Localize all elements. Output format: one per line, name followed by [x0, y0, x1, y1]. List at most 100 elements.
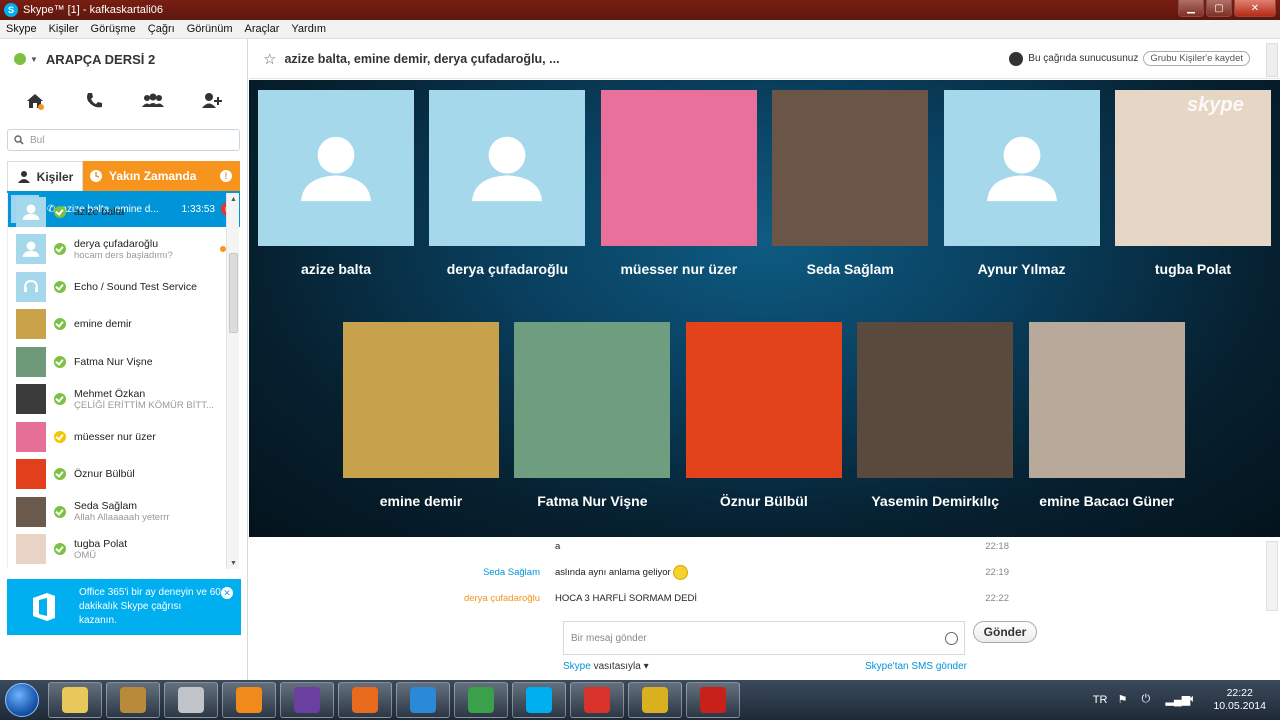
sms-link[interactable]: Skype'tan SMS gönder	[865, 661, 967, 672]
contact-avatar	[16, 534, 46, 565]
default-avatar-icon	[986, 136, 1057, 202]
power-icon[interactable]: ⏻	[1141, 693, 1155, 707]
contact-avatar	[16, 421, 46, 452]
taskbar-ccleaner[interactable]	[570, 682, 624, 718]
contact-avatar	[16, 346, 46, 377]
send-via[interactable]: Skype vasıtasıyla ▾	[563, 661, 649, 672]
send-button[interactable]: Gönder	[973, 621, 1037, 643]
contact-item[interactable]: derya çufadaroğlu hocam ders başladımı?	[8, 231, 240, 269]
participant-name: Öznur Bülbül	[719, 493, 808, 509]
taskbar-explorer[interactable]	[48, 682, 102, 718]
close-icon[interactable]: ✕	[221, 587, 233, 599]
message-input[interactable]: Bir mesaj gönder	[563, 621, 965, 655]
contact-list-scrollbar[interactable]: ▲ ▼	[226, 193, 239, 569]
taskbar-visual-studio[interactable]	[280, 682, 334, 718]
participant-tile[interactable]	[1028, 322, 1185, 478]
chat-scrollbar[interactable]	[1266, 541, 1278, 611]
taskbar: TR ⚑ ⏻ ▂▄▆ 🔈︎ 22:22 10.05.2014	[0, 680, 1280, 720]
network-icon[interactable]: ▂▄▆	[1165, 693, 1190, 707]
add-contact-button[interactable]	[199, 88, 225, 114]
message-sender[interactable]: Seda Sağlam	[249, 567, 555, 578]
presence-icon	[54, 318, 66, 331]
menu-conversation[interactable]: Görüşme	[85, 23, 142, 35]
scroll-thumb[interactable]	[229, 253, 238, 333]
search-box[interactable]: Bul	[7, 129, 240, 151]
taskbar-chrome[interactable]	[454, 682, 508, 718]
participant-name: emine demir	[379, 493, 463, 509]
taskbar-audio-app[interactable]	[628, 682, 682, 718]
flag-icon[interactable]: ⚑	[1117, 693, 1131, 707]
contact-item[interactable]: Öznur Bülbül	[8, 456, 240, 494]
language-indicator[interactable]: TR	[1093, 694, 1108, 706]
participant-tile[interactable]	[943, 90, 1100, 246]
taskbar-firefox[interactable]	[338, 682, 392, 718]
menu-call[interactable]: Çağrı	[142, 23, 181, 35]
contact-item[interactable]: Fatma Nur Vişne	[8, 343, 240, 381]
chevron-down-icon[interactable]: ▼	[30, 55, 38, 64]
participant-name: Aynur Yılmaz	[977, 261, 1066, 277]
favorite-star-icon[interactable]: ☆	[263, 50, 276, 68]
default-avatar-icon	[22, 204, 40, 220]
taskbar-winamp[interactable]	[106, 682, 160, 718]
emoticon-icon[interactable]	[945, 631, 958, 645]
contact-avatar	[16, 271, 46, 302]
presence-icon	[54, 543, 66, 556]
clock[interactable]: 22:22 10.05.2014	[1213, 687, 1266, 713]
tab-recent[interactable]: Yakın Zamanda !	[83, 161, 240, 191]
menu-tools[interactable]: Araçlar	[239, 23, 286, 35]
create-group-button[interactable]	[140, 88, 166, 114]
tab-contacts[interactable]: Kişiler	[7, 161, 83, 191]
online-status-icon[interactable]	[14, 53, 26, 65]
profile-bar[interactable]: ▼ ARAPÇA DERSİ 2	[0, 39, 247, 79]
contact-name: müesser nur üzer	[74, 430, 156, 443]
menu-contacts[interactable]: Kişiler	[43, 23, 85, 35]
scroll-up-icon[interactable]: ▲	[227, 193, 240, 205]
taskbar-internet-explorer[interactable]	[396, 682, 450, 718]
search-input[interactable]: Bul	[30, 135, 44, 146]
scroll-down-icon[interactable]: ▼	[227, 557, 240, 569]
contact-item[interactable]: müesser nur üzer	[8, 418, 240, 456]
contact-item[interactable]: azize balta	[8, 193, 240, 231]
contact-text: tugba Polat OMÜ	[74, 538, 240, 561]
contact-avatar	[16, 234, 46, 265]
taskbar-bluetooth[interactable]	[164, 682, 218, 718]
profile-name[interactable]: ARAPÇA DERSİ 2	[46, 52, 155, 67]
volume-icon[interactable]: 🔈︎	[1189, 693, 1203, 707]
participant-tile[interactable]	[343, 322, 499, 478]
start-button[interactable]	[0, 680, 44, 720]
participant-tile[interactable]	[772, 90, 929, 246]
contact-item[interactable]: Seda Sağlam Allah Allaaaaah yeterrr	[8, 493, 240, 531]
participant-tile[interactable]	[514, 322, 671, 478]
contact-item[interactable]: Mehmet Özkan ÇELİĞİ ERİTTİM KÖMÜR BİTT...	[8, 381, 240, 419]
bluetooth-icon	[178, 687, 204, 713]
participant-tile[interactable]	[429, 90, 586, 246]
message-time: 22:19	[985, 566, 1009, 578]
taskbar-media-player[interactable]	[222, 682, 276, 718]
menu-help[interactable]: Yardım	[285, 23, 332, 35]
contact-item[interactable]: emine demir	[8, 306, 240, 344]
contact-item[interactable]: Echo / Sound Test Service	[8, 268, 240, 306]
taskbar-adobe-reader[interactable]	[686, 682, 740, 718]
message-sender[interactable]: derya çufadaroğlu	[249, 593, 555, 604]
maximize-button[interactable]: ▢	[1206, 0, 1232, 17]
conversation-header: ☆ azize balta, emine demir, derya çufada…	[249, 39, 1280, 79]
menu-skype[interactable]: Skype	[0, 23, 43, 35]
header-scrollbar[interactable]	[1266, 43, 1278, 77]
taskbar-skype[interactable]	[512, 682, 566, 718]
participant-tile[interactable]	[600, 90, 757, 246]
home-button[interactable]	[22, 88, 48, 114]
minimize-button[interactable]: ▁	[1178, 0, 1204, 17]
office-promo-banner[interactable]: Office 365'i bir ay deneyin ve 60 dakika…	[7, 579, 241, 635]
close-button[interactable]: ✕	[1234, 0, 1276, 17]
contact-avatar	[16, 459, 46, 490]
save-group-button[interactable]: Grubu Kişiler'e kaydet	[1143, 51, 1250, 66]
participant-tile[interactable]	[685, 322, 842, 478]
menu-view[interactable]: Görünüm	[181, 23, 239, 35]
participant-tile[interactable]	[258, 90, 414, 246]
contact-item[interactable]: tugba Polat OMÜ	[8, 531, 240, 569]
call-phone-button[interactable]	[81, 88, 107, 114]
presence-icon	[54, 468, 66, 481]
participant-tile[interactable]	[857, 322, 1014, 478]
internet-explorer-icon	[410, 687, 436, 713]
chrome-icon	[468, 687, 494, 713]
